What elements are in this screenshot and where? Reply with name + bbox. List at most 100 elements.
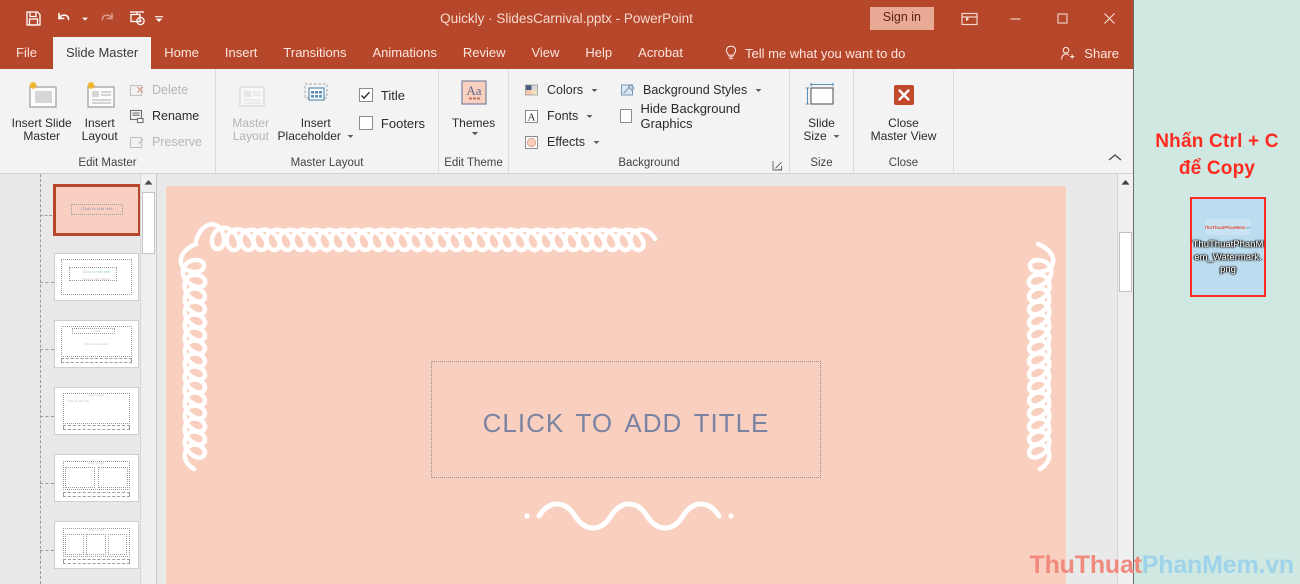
tree-connector bbox=[40, 349, 54, 350]
colors-icon bbox=[524, 82, 541, 99]
minimize-button[interactable] bbox=[992, 0, 1039, 37]
layout-title-and-content-thumbnail[interactable]: Title Click to add text bbox=[54, 320, 139, 368]
chevron-down-icon[interactable] bbox=[347, 133, 354, 140]
master-layout-icon bbox=[233, 78, 269, 114]
canvas-scroll-up-icon[interactable] bbox=[1118, 174, 1133, 191]
thumbnail-pane-scrollbar[interactable] bbox=[140, 174, 156, 584]
background-styles-button[interactable]: Background Styles bbox=[615, 78, 781, 102]
collapse-ribbon-icon[interactable] bbox=[1107, 152, 1125, 170]
layout-two-content-thumbnail[interactable]: Click to edit bbox=[54, 454, 139, 502]
slide-size-chevron-down-icon[interactable] bbox=[833, 133, 840, 140]
master-layout-button[interactable]: Master Layout bbox=[224, 74, 278, 143]
background-dialog-launcher-icon[interactable] bbox=[772, 160, 784, 172]
undo-icon[interactable] bbox=[48, 6, 78, 32]
share-button[interactable]: Share bbox=[1060, 37, 1119, 69]
canvas-scrollbar-thumb[interactable] bbox=[1119, 232, 1132, 292]
thumbnail-row[interactable]: Click to edit bbox=[0, 517, 156, 584]
slide-size-button[interactable]: Slide Size bbox=[798, 74, 845, 143]
tab-acrobat[interactable]: Acrobat bbox=[625, 37, 696, 69]
ribbon-group-close: Close Master View Close bbox=[854, 69, 954, 173]
effects-chevron-down-icon[interactable] bbox=[593, 139, 600, 146]
tab-transitions[interactable]: Transitions bbox=[270, 37, 359, 69]
themes-chevron-down-icon[interactable] bbox=[471, 130, 479, 137]
insert-layout-label-2: Layout bbox=[81, 129, 118, 143]
maximize-button[interactable] bbox=[1039, 0, 1086, 37]
copy-hint: Nhấn Ctrl + C để Copy bbox=[1134, 128, 1300, 182]
thumbnail-scrollbar-thumb[interactable] bbox=[142, 192, 155, 254]
footers-checkbox[interactable]: Footers bbox=[354, 110, 430, 136]
insert-slide-master-icon bbox=[24, 78, 60, 114]
hide-background-graphics-label: Hide Background Graphics bbox=[640, 101, 741, 131]
thumbnail-row[interactable]: Click to edit title Click to edit subtit… bbox=[0, 249, 156, 316]
tab-home[interactable]: Home bbox=[151, 37, 212, 69]
effects-label: Effects bbox=[547, 135, 585, 149]
insert-layout-button[interactable]: Insert Layout bbox=[75, 74, 124, 143]
layout-title-slide-thumbnail[interactable]: Click to edit title Click to edit subtit… bbox=[54, 253, 139, 301]
close-master-view-button[interactable]: Close Master View bbox=[862, 74, 945, 143]
fonts-label: Fonts bbox=[547, 109, 579, 123]
undo-dropdown-icon[interactable] bbox=[78, 6, 92, 32]
file-item-watermark-png[interactable]: ThuThuatPhanMem.vn ThuThuatPhanMem_Water… bbox=[1190, 197, 1266, 297]
title-checkbox[interactable]: Title bbox=[354, 82, 430, 108]
thumbnail-row[interactable]: Click to add title bbox=[0, 182, 156, 249]
preserve-button[interactable]: Preserve bbox=[124, 130, 207, 154]
sign-in-button[interactable]: Sign in bbox=[869, 7, 934, 30]
title-placeholder[interactable]: Click to add title bbox=[431, 361, 821, 478]
preserve-icon bbox=[129, 134, 146, 151]
insert-placeholder-label-2-row: Placeholder bbox=[278, 130, 354, 143]
close-button[interactable] bbox=[1086, 0, 1133, 37]
slide-master-thumbnail[interactable]: Click to add title bbox=[53, 184, 141, 236]
start-presentation-icon[interactable] bbox=[122, 6, 152, 32]
save-icon[interactable] bbox=[18, 6, 48, 32]
insert-placeholder-button[interactable]: Insert Placeholder bbox=[278, 74, 354, 143]
themes-button[interactable]: Aa Themes bbox=[447, 74, 500, 137]
thumbnail-row[interactable]: Title Click to add text bbox=[0, 316, 156, 383]
effects-button[interactable]: Effects bbox=[519, 130, 605, 154]
tell-me-box[interactable]: Tell me what you want to do bbox=[724, 37, 905, 69]
background-styles-label: Background Styles bbox=[642, 83, 748, 97]
customize-quick-access-icon[interactable] bbox=[152, 6, 166, 32]
tab-file[interactable]: File bbox=[0, 37, 53, 69]
background-left-column: Colors A Fonts Effects bbox=[519, 74, 605, 154]
thumbnail-list: Click to add title Click to edit title C… bbox=[0, 182, 156, 584]
tab-view[interactable]: View bbox=[518, 37, 572, 69]
ribbon-tabs: File Slide Master Home Insert Transition… bbox=[0, 37, 1133, 69]
rename-button[interactable]: Rename bbox=[124, 104, 207, 128]
ribbon-display-options-icon[interactable] bbox=[946, 0, 992, 37]
tree-connector bbox=[40, 550, 54, 551]
file-thumbnail-text: ThuThuatPhanMem.vn bbox=[1205, 225, 1251, 230]
title-bar: Quickly · SlidesCarnival.pptx - PowerPoi… bbox=[0, 0, 1133, 37]
insert-placeholder-icon bbox=[296, 78, 336, 114]
ribbon-group-size: Slide Size Size bbox=[790, 69, 854, 173]
slide-master-canvas[interactable]: Click to add title bbox=[166, 186, 1066, 584]
fonts-chevron-down-icon[interactable] bbox=[586, 113, 593, 120]
redo-icon[interactable] bbox=[92, 6, 122, 32]
group-title-edit-master: Edit Master bbox=[78, 157, 137, 169]
colors-chevron-down-icon[interactable] bbox=[591, 87, 598, 94]
layout-three-content-thumbnail[interactable]: Click to edit bbox=[54, 521, 139, 569]
themes-label: Themes bbox=[451, 116, 496, 130]
slide-size-label-2-row: Size bbox=[803, 130, 840, 143]
fonts-button[interactable]: A Fonts bbox=[519, 104, 605, 128]
tab-animations[interactable]: Animations bbox=[360, 37, 450, 69]
tab-slide-master[interactable]: Slide Master bbox=[52, 37, 152, 69]
thumbnail-row[interactable]: Click to edit bbox=[0, 450, 156, 517]
layout-section-header-thumbnail[interactable]: Click to edit Click to add text bbox=[54, 387, 139, 435]
hide-background-graphics-checkbox[interactable]: Hide Background Graphics bbox=[615, 101, 781, 131]
group-title-background: Background bbox=[618, 157, 680, 169]
thumbnail-scroll-up-icon[interactable] bbox=[141, 174, 156, 190]
share-label: Share bbox=[1084, 45, 1119, 61]
tree-connector bbox=[40, 416, 54, 417]
tab-help[interactable]: Help bbox=[572, 37, 625, 69]
tab-insert[interactable]: Insert bbox=[212, 37, 271, 69]
insert-slide-master-button[interactable]: Insert Slide Master bbox=[8, 74, 75, 143]
canvas-scrollbar[interactable] bbox=[1117, 174, 1133, 584]
thumbnail-row[interactable]: Click to edit Click to add text bbox=[0, 383, 156, 450]
file-thumbnail-preview: ThuThuatPhanMem.vn bbox=[1205, 219, 1251, 235]
ribbon-group-background: Colors A Fonts Effects Background Styles… bbox=[509, 69, 790, 173]
delete-button[interactable]: Delete bbox=[124, 78, 207, 102]
tab-review[interactable]: Review bbox=[450, 37, 519, 69]
slide-thumbnails-pane[interactable]: Click to add title Click to edit title C… bbox=[0, 174, 157, 584]
background-styles-chevron-down-icon[interactable] bbox=[755, 87, 762, 94]
colors-button[interactable]: Colors bbox=[519, 78, 605, 102]
